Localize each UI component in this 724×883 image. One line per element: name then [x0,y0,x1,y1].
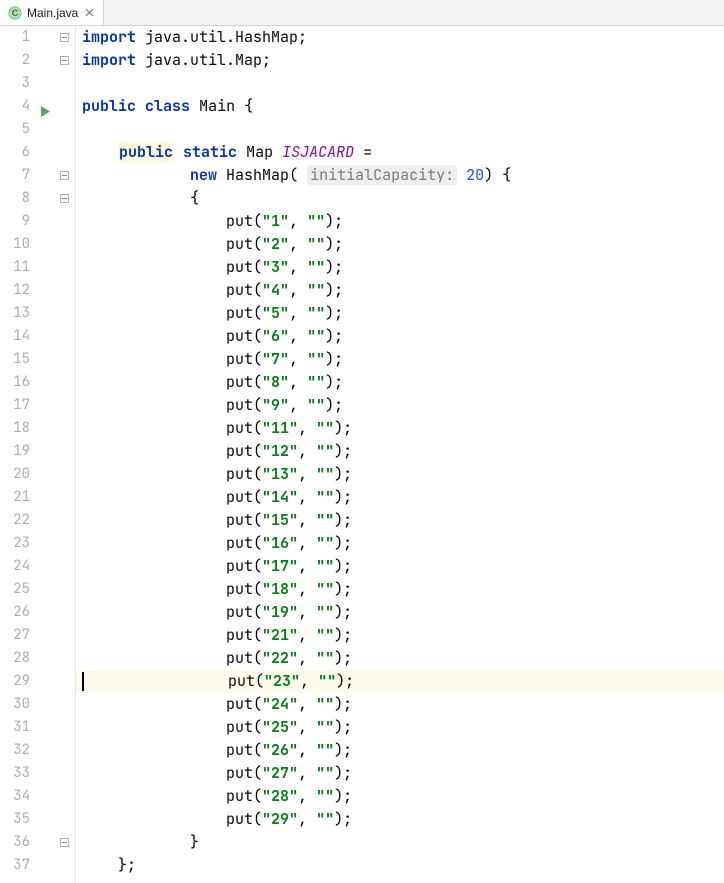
code-line[interactable]: put("12", ""); [76,440,724,463]
line-number: 34 [0,785,30,808]
code-line[interactable]: put("9", ""); [76,394,724,417]
run-gutter [38,26,58,883]
tab-label: Main.java [27,6,78,20]
line-number: 35 [0,808,30,831]
code-line[interactable]: put("7", ""); [76,348,724,371]
line-number: 4 [0,95,30,118]
code-line[interactable]: put("19", ""); [76,601,724,624]
line-number: 31 [0,716,30,739]
line-number: 30 [0,693,30,716]
code-line[interactable]: }; [76,854,724,877]
line-number: 9 [0,210,30,233]
code-line[interactable]: put("26", ""); [76,739,724,762]
line-number: 6 [0,141,30,164]
line-number: 37 [0,854,30,877]
line-number: 29 [0,670,30,693]
code-line[interactable]: put("14", ""); [76,486,724,509]
java-class-icon: C [8,6,22,20]
line-number: 2 [0,49,30,72]
line-number: 36 [0,831,30,854]
code-line[interactable]: put("16", ""); [76,532,724,555]
line-number: 27 [0,624,30,647]
line-number: 8 [0,187,30,210]
code-line[interactable]: put("1", ""); [76,210,724,233]
line-number: 10 [0,233,30,256]
fold-toggle-icon[interactable] [60,171,70,181]
line-number: 1 [0,26,30,49]
code-line[interactable] [76,72,724,95]
code-line[interactable]: put("18", ""); [76,578,724,601]
code-line[interactable]: put("29", ""); [76,808,724,831]
line-number: 16 [0,371,30,394]
fold-toggle-icon[interactable] [60,838,70,848]
code-line[interactable]: put("15", ""); [76,509,724,532]
code-line[interactable]: public class Main { [76,95,724,118]
code-line[interactable]: put("2", ""); [76,233,724,256]
code-line[interactable]: import java.util.Map; [76,49,724,72]
code-line[interactable]: put("5", ""); [76,302,724,325]
code-line[interactable]: put("4", ""); [76,279,724,302]
line-number: 19 [0,440,30,463]
line-number: 13 [0,302,30,325]
code-line[interactable]: { [76,187,724,210]
code-line[interactable]: put("25", ""); [76,716,724,739]
code-line[interactable]: put("8", ""); [76,371,724,394]
line-number: 12 [0,279,30,302]
tab-bar: C Main.java [0,0,724,26]
line-number: 33 [0,762,30,785]
line-number: 17 [0,394,30,417]
code-line[interactable]: public static Map ISJACARD = [76,141,724,164]
code-line[interactable]: put("27", ""); [76,762,724,785]
code-area[interactable]: import java.util.HashMap;import java.uti… [76,26,724,883]
code-line[interactable]: put("23", ""); [76,670,724,693]
line-number: 24 [0,555,30,578]
code-line[interactable] [76,118,724,141]
code-line[interactable]: put("11", ""); [76,417,724,440]
code-line[interactable]: } [76,831,724,854]
editor[interactable]: 1234567891011121314151617181920212223242… [0,26,724,883]
code-line[interactable]: put("22", ""); [76,647,724,670]
code-line[interactable]: put("17", ""); [76,555,724,578]
fold-toggle-icon[interactable] [60,56,70,66]
line-number: 21 [0,486,30,509]
line-number: 28 [0,647,30,670]
code-line[interactable]: put("13", ""); [76,463,724,486]
line-number: 20 [0,463,30,486]
fold-toggle-icon[interactable] [60,33,70,43]
code-line[interactable]: put("24", ""); [76,693,724,716]
run-icon[interactable] [40,101,52,113]
line-number: 22 [0,509,30,532]
line-number: 26 [0,601,30,624]
fold-gutter [58,26,76,883]
code-line[interactable]: put("21", ""); [76,624,724,647]
line-number: 32 [0,739,30,762]
code-line[interactable]: new HashMap( initialCapacity: 20) { [76,164,724,187]
svg-text:C: C [12,8,19,18]
line-number: 25 [0,578,30,601]
close-icon[interactable] [83,7,95,19]
code-line[interactable]: put("28", ""); [76,785,724,808]
line-number: 7 [0,164,30,187]
code-line[interactable]: put("6", ""); [76,325,724,348]
tab-main-java[interactable]: C Main.java [0,0,104,25]
fold-toggle-icon[interactable] [60,194,70,204]
code-line[interactable]: put("3", ""); [76,256,724,279]
line-number: 3 [0,72,30,95]
code-line[interactable]: import java.util.HashMap; [76,26,724,49]
line-number: 14 [0,325,30,348]
line-number: 23 [0,532,30,555]
line-number: 11 [0,256,30,279]
line-number: 15 [0,348,30,371]
line-number: 18 [0,417,30,440]
line-number: 5 [0,118,30,141]
line-number-gutter: 1234567891011121314151617181920212223242… [0,26,38,883]
